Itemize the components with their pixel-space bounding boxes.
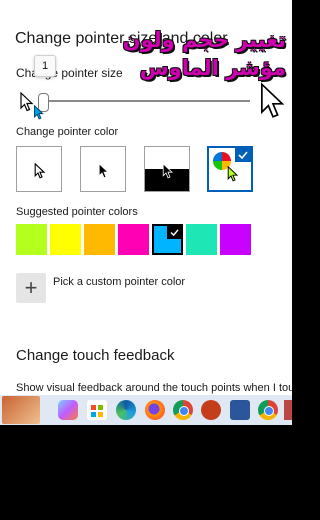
pick-custom-color-button[interactable]: +	[16, 273, 46, 303]
mouse-cursor-icon	[34, 105, 44, 120]
overflow-icon[interactable]	[284, 400, 292, 420]
swatch-check-icon	[167, 226, 181, 239]
taskbar	[0, 395, 292, 425]
color-swatch[interactable]	[152, 224, 183, 255]
black-pointer-icon	[98, 163, 109, 179]
custom-pointer-icon	[227, 166, 239, 182]
color-swatch[interactable]	[118, 224, 149, 255]
chrome-profile-icon[interactable]	[258, 400, 278, 420]
pointer-size-slider[interactable]	[42, 100, 250, 102]
word-icon[interactable]	[230, 400, 250, 420]
color-swatch[interactable]	[84, 224, 115, 255]
white-pointer-icon	[34, 163, 46, 179]
pointer-size-label: Change pointer size	[16, 66, 123, 80]
microsoft-store-icon[interactable]	[87, 400, 107, 420]
large-pointer-icon	[261, 82, 285, 118]
pointer-color-white[interactable]	[16, 146, 62, 192]
touch-feedback-heading: Change touch feedback	[16, 347, 175, 364]
suggested-colors-label: Suggested pointer colors	[16, 206, 138, 218]
pointer-color-inverted[interactable]	[144, 146, 190, 192]
inverted-pointer-icon	[162, 163, 173, 179]
copilot-icon[interactable]	[58, 400, 78, 420]
powerpoint-icon[interactable]	[201, 400, 221, 420]
plus-icon: +	[24, 275, 38, 300]
color-swatch[interactable]	[50, 224, 81, 255]
pointer-color-label: Change pointer color	[16, 126, 119, 138]
squirrel-wallpaper-icon[interactable]	[2, 396, 40, 424]
color-swatch[interactable]	[186, 224, 217, 255]
color-swatch[interactable]	[16, 224, 47, 255]
edge-icon[interactable]	[116, 400, 136, 420]
pointer-color-black[interactable]	[80, 146, 126, 192]
color-swatch[interactable]	[220, 224, 251, 255]
settings-page: Change pointer size and color تغيير حجم …	[0, 0, 292, 395]
touch-feedback-description: Show visual feedback around the touch po…	[16, 382, 292, 394]
firefox-icon[interactable]	[145, 400, 165, 420]
selected-check-icon	[235, 148, 251, 162]
caption-line-1: تغيير حجم ولون	[122, 28, 286, 52]
chrome-icon[interactable]	[173, 400, 193, 420]
slider-value-tooltip: 1	[34, 55, 56, 77]
pointer-color-custom[interactable]	[207, 146, 253, 192]
pick-custom-color-label[interactable]: Pick a custom pointer color	[53, 276, 185, 288]
small-pointer-icon	[20, 92, 34, 112]
